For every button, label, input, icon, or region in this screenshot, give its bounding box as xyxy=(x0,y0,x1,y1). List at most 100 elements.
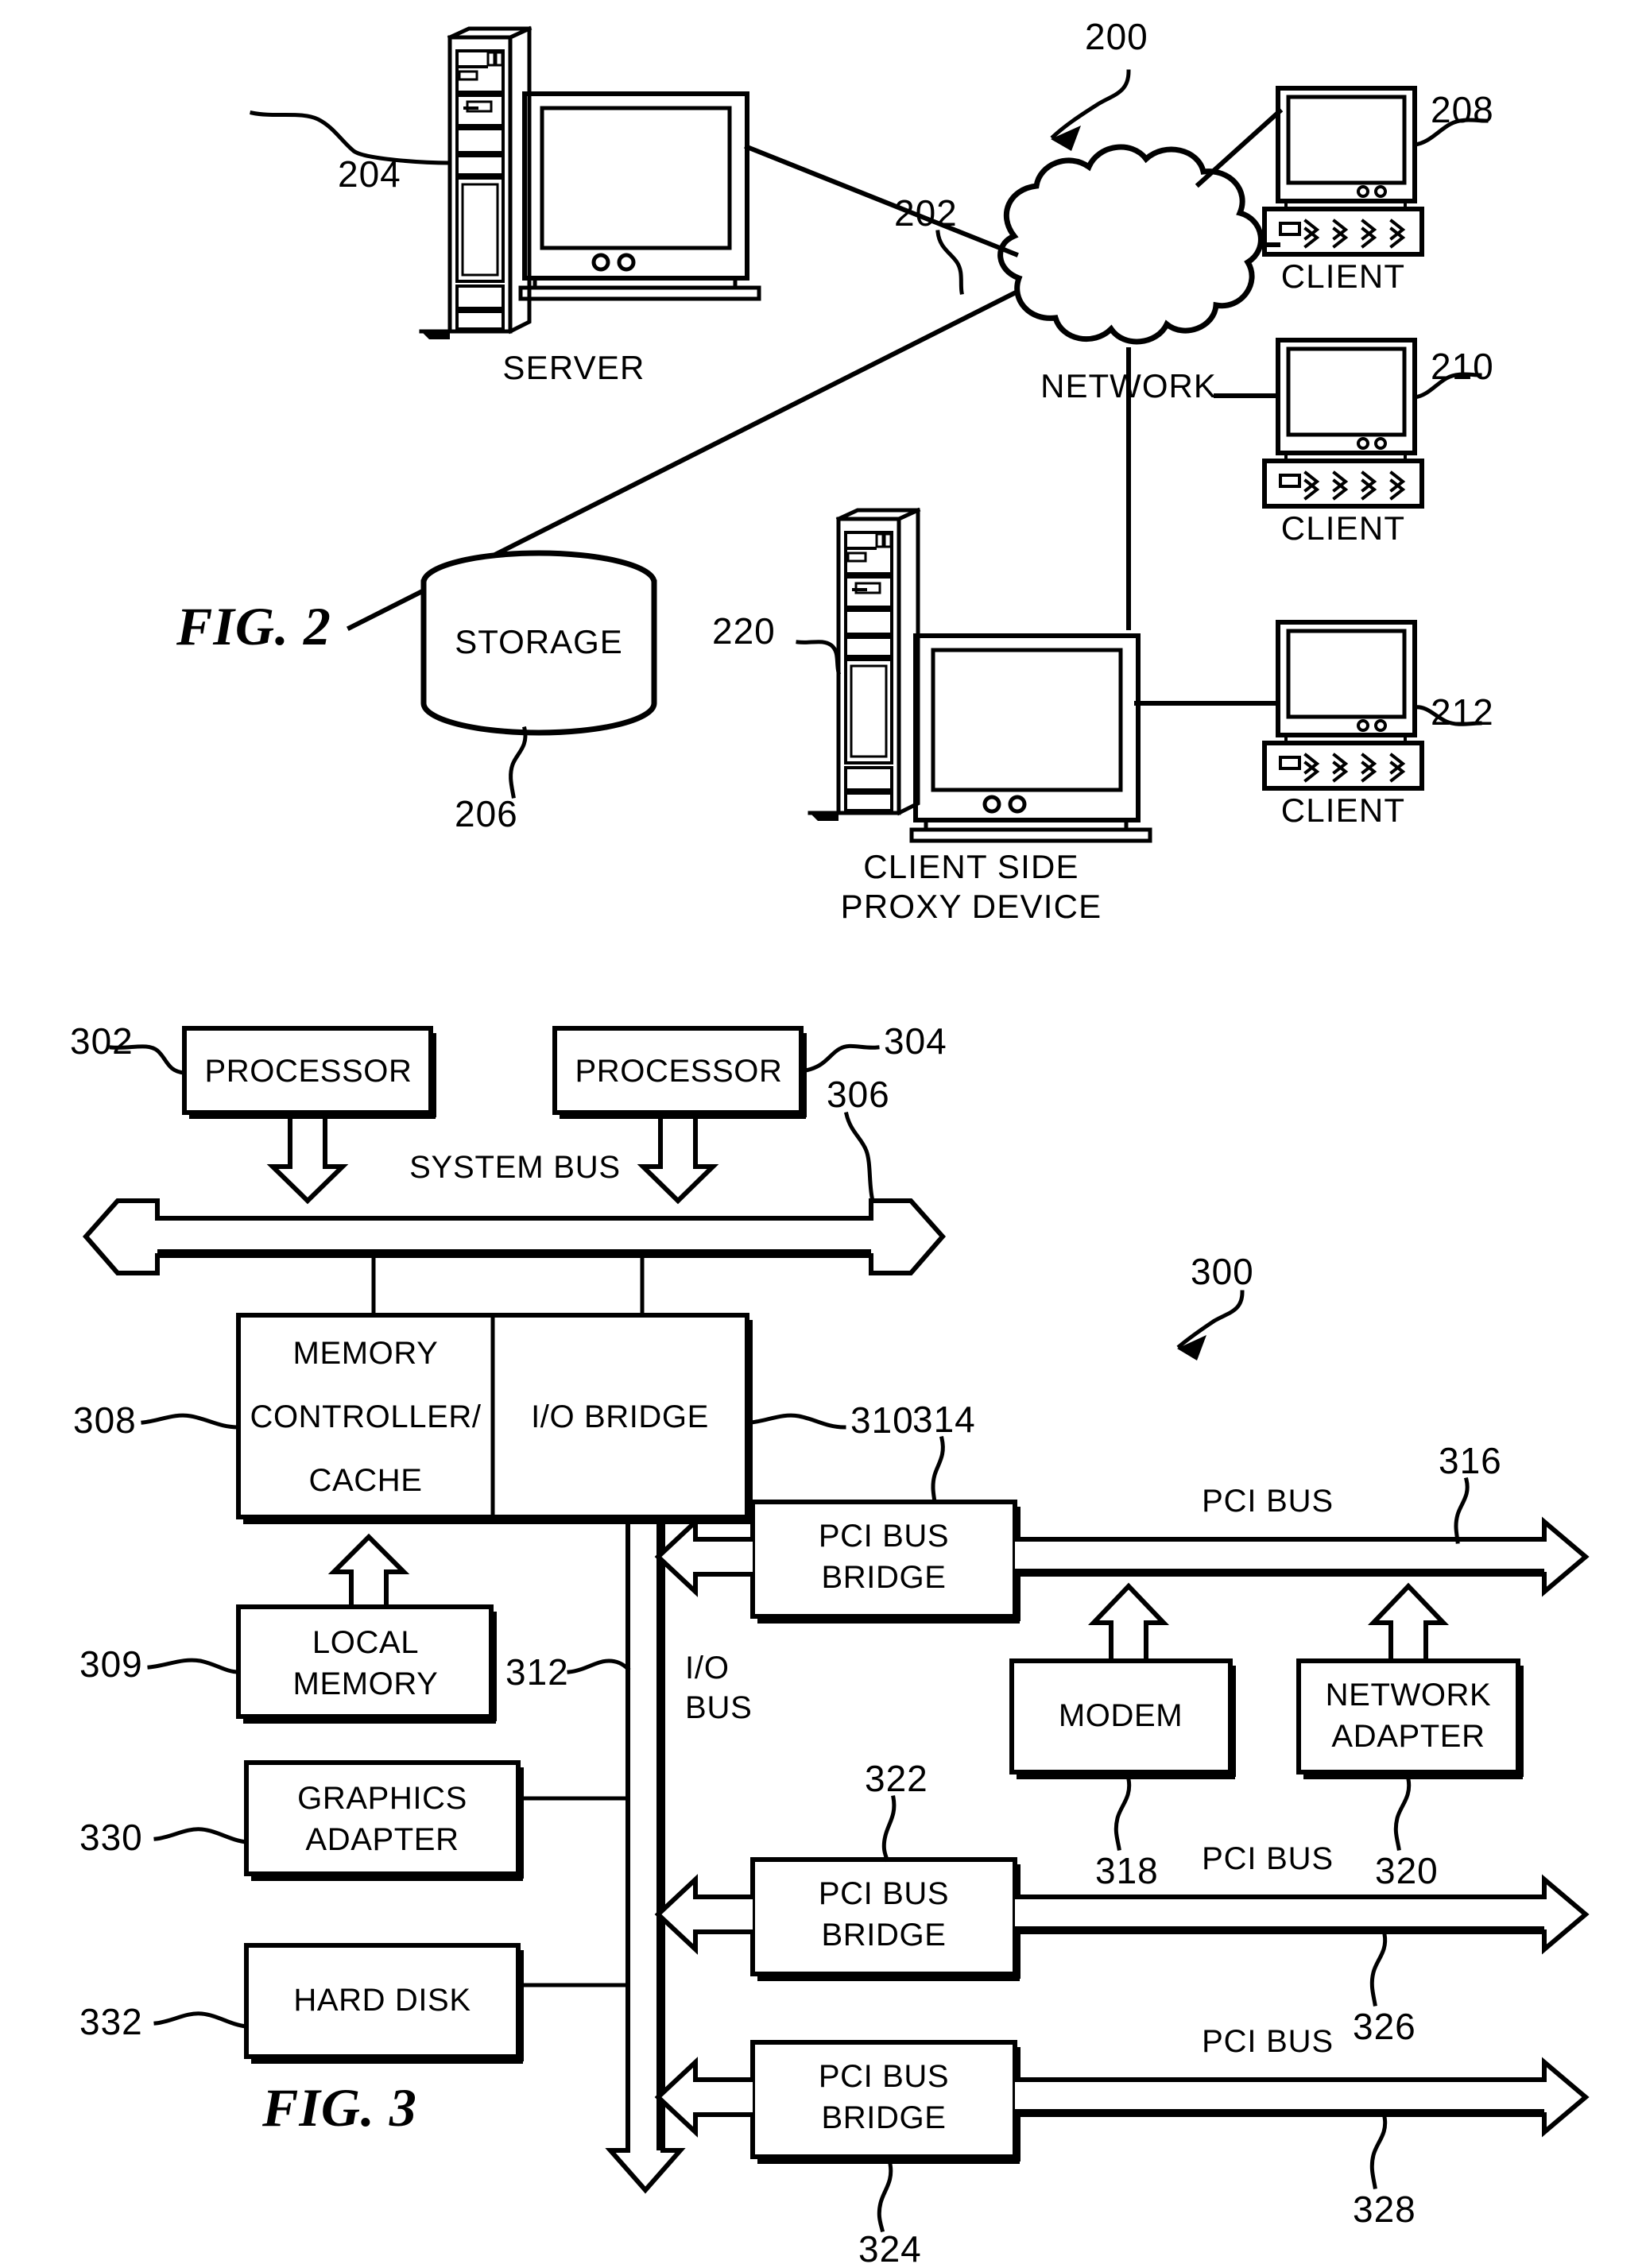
ref-number-316: 316 xyxy=(1439,1440,1502,1481)
figure-2-label: FIG. 2 xyxy=(176,596,331,656)
io-bus-label-line2: BUS xyxy=(685,1690,753,1725)
ref-324-leader xyxy=(877,2162,893,2233)
ref-200-leader xyxy=(1050,69,1131,151)
client-208-terminal xyxy=(1262,86,1424,257)
pci-bus-328-arrow xyxy=(1013,2057,1590,2138)
client-210-terminal xyxy=(1262,338,1424,509)
ref-number-310: 310 xyxy=(850,1399,914,1441)
server-tower xyxy=(419,25,533,339)
ref-202-leader xyxy=(935,230,964,295)
server-caption: SERVER xyxy=(502,349,645,386)
ref-number-326: 326 xyxy=(1353,2006,1416,2047)
link-network-client208 xyxy=(1195,107,1284,188)
ref-number-208: 208 xyxy=(1431,89,1494,130)
system-bus-label: SYSTEM BUS xyxy=(409,1150,621,1185)
proxy-caption-line2: PROXY DEVICE xyxy=(840,888,1102,925)
hard-disk-label: HARD DISK xyxy=(293,1983,471,2018)
network-cloud xyxy=(997,144,1264,345)
client-208-caption: CLIENT xyxy=(1280,257,1406,295)
ref-number-202: 202 xyxy=(894,192,958,234)
server-monitor xyxy=(518,91,761,301)
client-212-caption: CLIENT xyxy=(1280,791,1406,829)
ref-number-212: 212 xyxy=(1431,691,1494,733)
pci-bridge-324-label-line1: PCI BUS xyxy=(818,2059,950,2094)
pci-bridge-322-label-line2: BRIDGE xyxy=(821,1918,947,1953)
network-cloud-label: NETWORK xyxy=(1040,367,1217,404)
pci-bridge-314-label-line1: PCI BUS xyxy=(818,1519,950,1554)
memory-controller-label-line3: CACHE xyxy=(308,1463,423,1498)
ref-number-320: 320 xyxy=(1375,1850,1439,1891)
bridge314-to-iobus-arrow xyxy=(654,1516,755,1597)
io-bus-label-line1: I/O xyxy=(685,1651,730,1686)
ref-206-leader xyxy=(509,726,528,799)
ref-326-leader xyxy=(1369,1932,1388,2007)
ref-320-leader xyxy=(1393,1777,1412,1851)
io-bridge-label: I/O BRIDGE xyxy=(531,1399,709,1434)
processor-302-bus-arrow xyxy=(266,1117,349,1205)
pci-bus-316-arrow xyxy=(1013,1516,1590,1597)
ref-number-328: 328 xyxy=(1353,2189,1416,2230)
ref-number-312: 312 xyxy=(505,1651,569,1693)
pci-bridge-324-label-line2: BRIDGE xyxy=(821,2100,947,2135)
system-bus-arrow xyxy=(83,1198,946,1275)
pci-bridge-314-label-line2: BRIDGE xyxy=(821,1560,947,1595)
figure-3-label: FIG. 3 xyxy=(262,2077,417,2138)
ref-304-leader xyxy=(799,1043,880,1074)
pci-bridge-322-label-line1: PCI BUS xyxy=(818,1876,950,1911)
ref-number-304: 304 xyxy=(884,1020,947,1062)
local-memory-arrow xyxy=(327,1533,410,1609)
graphics-adapter-label-line2: ADAPTER xyxy=(305,1822,459,1857)
ref-number-300: 300 xyxy=(1191,1251,1254,1292)
ref-314-leader xyxy=(931,1436,945,1504)
ref-312-leader xyxy=(567,1658,631,1674)
ref-318-leader xyxy=(1113,1777,1132,1851)
network-adapter-label-line2: ADAPTER xyxy=(1331,1719,1485,1754)
ref-number-322: 322 xyxy=(865,1758,928,1799)
modem-arrow xyxy=(1087,1582,1170,1663)
modem-label: MODEM xyxy=(1058,1698,1183,1733)
processor-304-label: PROCESSOR xyxy=(575,1054,783,1089)
ref-number-306: 306 xyxy=(827,1074,890,1115)
ref-number-330: 330 xyxy=(79,1817,143,1858)
ref-number-302: 302 xyxy=(70,1020,134,1062)
storage-label: STORAGE xyxy=(455,623,623,660)
client-212-terminal xyxy=(1262,620,1424,791)
ref-332-leader xyxy=(153,2011,249,2029)
ref-number-204: 204 xyxy=(338,153,401,195)
processor-304-bus-arrow xyxy=(637,1117,719,1205)
ref-308-leader xyxy=(141,1413,241,1430)
ref-number-206: 206 xyxy=(455,793,518,834)
proxy-tower xyxy=(808,507,921,821)
ref-number-332: 332 xyxy=(79,2001,143,2042)
pci-bus-316-label: PCI BUS xyxy=(1202,1484,1334,1519)
memory-controller-label-line2: CONTROLLER/ xyxy=(250,1399,482,1434)
ref-number-308: 308 xyxy=(73,1399,137,1441)
link-server-network xyxy=(744,144,1019,257)
ref-number-309: 309 xyxy=(79,1643,143,1685)
ref-number-220: 220 xyxy=(712,610,776,652)
ref-328-leader xyxy=(1369,2115,1388,2189)
processor-302-label: PROCESSOR xyxy=(204,1054,412,1089)
ref-220-leader xyxy=(796,640,842,675)
bridge322-to-iobus-arrow xyxy=(654,1874,755,1955)
ref-number-314: 314 xyxy=(912,1399,976,1440)
memory-controller-label-line1: MEMORY xyxy=(292,1336,439,1371)
patent-drawing-sheet: 200 204 SERVER 202 NETWORK 208 CLIENT 21… xyxy=(0,0,1646,2268)
local-memory-label-line1: LOCAL xyxy=(312,1625,420,1660)
proxy-caption-line1: CLIENT SIDE xyxy=(863,848,1079,885)
proxy-monitor xyxy=(909,633,1152,843)
ref-306-leader xyxy=(844,1112,876,1204)
ref-310-leader xyxy=(749,1413,846,1430)
ref-number-324: 324 xyxy=(858,2228,922,2268)
network-adapter-arrow xyxy=(1367,1582,1450,1663)
local-memory-label-line2: MEMORY xyxy=(292,1666,439,1701)
ref-number-200: 200 xyxy=(1085,16,1148,57)
graphics-adapter-label-line1: GRAPHICS xyxy=(297,1781,467,1816)
client-210-caption: CLIENT xyxy=(1280,509,1406,547)
ref-322-leader xyxy=(881,1795,897,1863)
ref-300-leader xyxy=(1176,1290,1245,1360)
bridge324-to-iobus-arrow xyxy=(654,2057,755,2138)
ref-309-leader xyxy=(147,1658,241,1674)
pci-bus-326-label: PCI BUS xyxy=(1202,1841,1334,1876)
network-adapter-label-line1: NETWORK xyxy=(1325,1678,1492,1713)
